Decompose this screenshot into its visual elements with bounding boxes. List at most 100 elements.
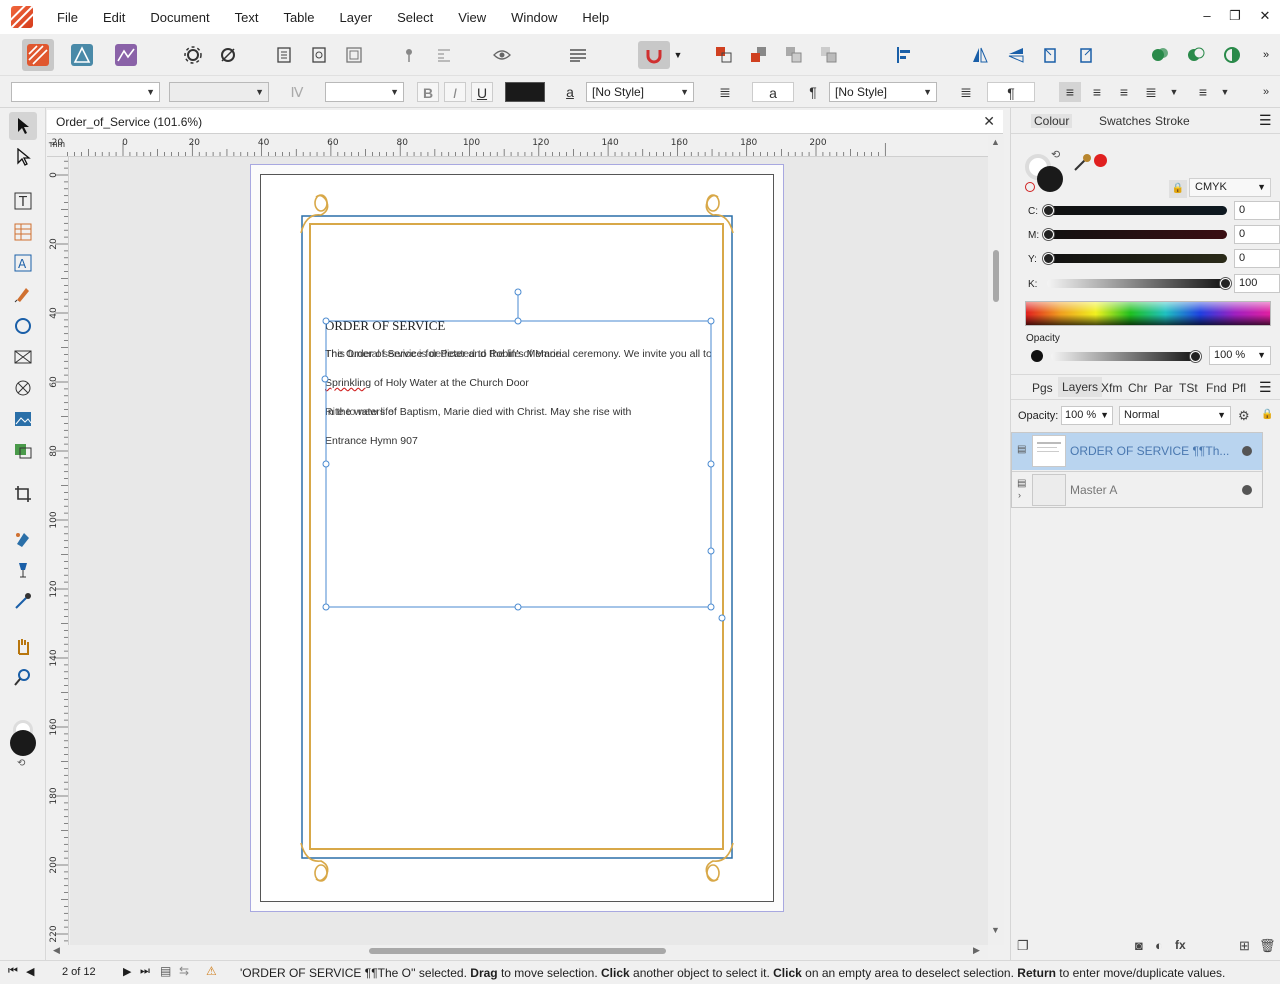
page-indicator[interactable]: 2 of 12: [62, 966, 96, 978]
chevron-right-icon[interactable]: ›: [1018, 490, 1021, 500]
align-right-button[interactable]: ≡: [1113, 82, 1135, 102]
colour-model-select[interactable]: CMYK ▼: [1189, 178, 1271, 197]
fill-stroke-swatch[interactable]: ⟲: [10, 718, 36, 769]
document-tab[interactable]: Order_of_Service (101.6%) ✕: [47, 110, 1003, 134]
layer-visibility-dot[interactable]: [1242, 446, 1252, 456]
text-wrap-button[interactable]: [430, 41, 458, 69]
tab-transform[interactable]: Xfm: [1098, 381, 1125, 395]
character-button[interactable]: a: [559, 82, 581, 102]
rotate-left-button[interactable]: [1036, 41, 1064, 69]
page-icon[interactable]: ▤: [160, 964, 171, 978]
fill-tool[interactable]: [9, 525, 37, 553]
flip-vertical-button[interactable]: [1002, 41, 1030, 69]
swap-colours-icon[interactable]: ⟲: [17, 758, 25, 769]
scroll-down-icon[interactable]: ▼: [991, 925, 1000, 935]
justify-button[interactable]: ≣: [1140, 82, 1162, 102]
layer-row-text[interactable]: ▤ ORDER OF SERVICE ¶¶Th...: [1012, 433, 1262, 470]
selection-handles[interactable]: [261, 175, 775, 903]
pen-tool[interactable]: [9, 280, 37, 308]
cyan-value[interactable]: 0: [1234, 201, 1280, 220]
tab-pages[interactable]: Pgs: [1029, 381, 1056, 395]
layer-visibility-dot[interactable]: [1242, 485, 1252, 495]
move-forward-button[interactable]: [780, 41, 808, 69]
add-layer-icon[interactable]: ⊞: [1239, 938, 1250, 954]
ellipse-frame-tool[interactable]: [9, 374, 37, 402]
menu-window[interactable]: Window: [501, 10, 572, 25]
cyan-slider-knob[interactable]: [1043, 205, 1054, 216]
pin-button[interactable]: [395, 41, 423, 69]
paragraph-style-select[interactable]: [No Style] ▼: [829, 82, 937, 102]
spread-view-button[interactable]: [270, 41, 298, 69]
picked-colour-swatch[interactable]: [1094, 154, 1107, 167]
effects-icon[interactable]: fx: [1175, 938, 1186, 952]
link-icon[interactable]: ⇆: [179, 964, 189, 978]
preferences-button[interactable]: [179, 41, 207, 69]
colour-spectrum[interactable]: [1025, 301, 1271, 326]
yellow-slider[interactable]: [1043, 253, 1227, 264]
tab-character[interactable]: Chr: [1125, 381, 1150, 395]
mask-icon[interactable]: ◙: [1135, 938, 1143, 953]
settings-alt-button[interactable]: [214, 41, 242, 69]
bold-button[interactable]: B: [417, 82, 439, 102]
menu-layer[interactable]: Layer: [330, 10, 388, 25]
preview-button[interactable]: [488, 41, 516, 69]
toolbar-overflow-button[interactable]: »: [1256, 41, 1276, 69]
key-slider-knob[interactable]: [1220, 278, 1231, 289]
key-value[interactable]: 100: [1234, 274, 1280, 293]
frame-view-button[interactable]: [340, 41, 368, 69]
crop-tool[interactable]: [9, 480, 37, 508]
font-style-select[interactable]: ▼: [169, 82, 269, 102]
align-center-button[interactable]: ≡: [1086, 82, 1108, 102]
last-page-button[interactable]: ⏭: [140, 965, 150, 978]
menu-document[interactable]: Document: [140, 10, 224, 25]
text-frame-button[interactable]: [564, 41, 592, 69]
move-back-button[interactable]: [710, 41, 738, 69]
key-slider[interactable]: [1047, 278, 1231, 289]
minimize-button[interactable]: –: [1192, 6, 1222, 26]
text-colour-swatch[interactable]: [505, 82, 545, 102]
horizontal-ruler[interactable]: mm -40-20020406080100120140160180200: [47, 135, 988, 157]
tab-paragraph[interactable]: Par: [1151, 381, 1176, 395]
swap-colours-icon[interactable]: ⟲: [1051, 148, 1060, 161]
align-left-button[interactable]: ≡: [1059, 82, 1081, 102]
italic-button[interactable]: I: [444, 82, 466, 102]
transparency-tool[interactable]: [9, 556, 37, 584]
designer-persona-button[interactable]: [68, 41, 96, 69]
previous-page-button[interactable]: ◀: [26, 965, 34, 978]
layer-row-master[interactable]: ▤ › Master A: [1012, 471, 1262, 508]
menu-file[interactable]: File: [47, 10, 93, 25]
pilcrow-icon[interactable]: ¶: [802, 82, 824, 102]
opacity-value-field[interactable]: 100 % ▼: [1209, 346, 1271, 365]
font-traits-icon[interactable]: Ⅳ: [286, 82, 308, 102]
vertical-ruler[interactable]: 0 20 40 60 80 100 120 140 160 180 200 220: [47, 157, 69, 945]
cyan-slider[interactable]: [1043, 205, 1227, 216]
picture-frame-tool[interactable]: [9, 343, 37, 371]
panel-menu-icon[interactable]: ☰: [1259, 379, 1272, 396]
magenta-slider-knob[interactable]: [1043, 229, 1054, 240]
fill-colour-swatch[interactable]: [1037, 166, 1063, 192]
tab-stroke[interactable]: Stroke: [1152, 114, 1193, 128]
first-page-button[interactable]: ⏮: [8, 965, 18, 978]
font-size-select[interactable]: ▼: [325, 82, 404, 102]
panel-menu-icon[interactable]: ☰: [1259, 112, 1272, 129]
node-tool[interactable]: [9, 143, 37, 171]
horizontal-scroll-thumb[interactable]: [369, 948, 666, 954]
page[interactable]: ORDER OF SERVICE The Order of Service fo…: [260, 174, 774, 902]
align-button[interactable]: [890, 41, 918, 69]
magenta-value[interactable]: 0: [1234, 225, 1280, 244]
vertical-align-button[interactable]: ≡: [1192, 82, 1214, 102]
artistic-text-tool[interactable]: A: [9, 249, 37, 277]
master-view-button[interactable]: [305, 41, 333, 69]
layers-pages-icon[interactable]: ❐: [1017, 938, 1029, 954]
tab-swatches[interactable]: Swatches: [1096, 114, 1154, 128]
add-boolean-button[interactable]: [1146, 41, 1174, 69]
ellipse-tool[interactable]: [9, 312, 37, 340]
menu-text[interactable]: Text: [225, 10, 274, 25]
paragraph-button[interactable]: ¶: [987, 82, 1035, 102]
character-style-select[interactable]: [No Style] ▼: [586, 82, 694, 102]
menu-view[interactable]: View: [448, 10, 501, 25]
case-button[interactable]: a: [752, 82, 794, 102]
intersect-boolean-button[interactable]: [1218, 41, 1246, 69]
opacity-slider[interactable]: [1051, 351, 1201, 362]
close-document-button[interactable]: ✕: [983, 113, 995, 130]
